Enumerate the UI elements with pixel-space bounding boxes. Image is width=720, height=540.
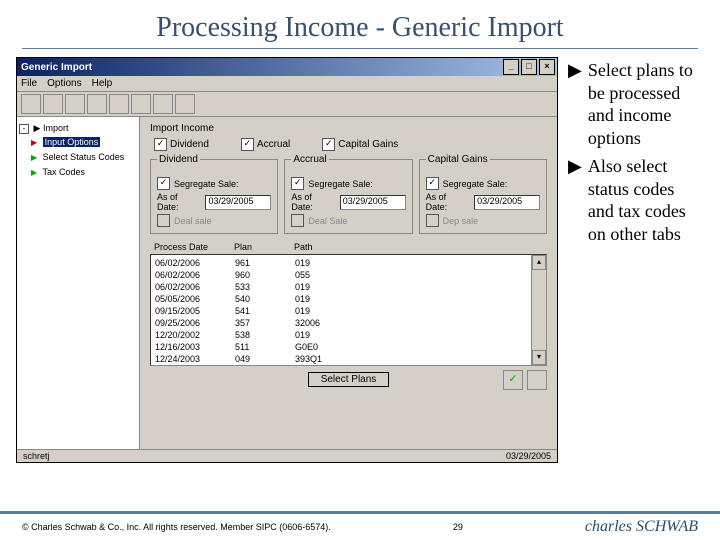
toolbar-button-1[interactable]	[21, 94, 41, 114]
table-row[interactable]: 12/20/2002538019	[155, 329, 542, 341]
schwab-logo: charles SCHWAB	[585, 518, 698, 536]
menu-options[interactable]: Options	[47, 78, 81, 89]
toolbar-button-3[interactable]	[65, 94, 85, 114]
dividend-asof-input[interactable]: 03/29/2005	[205, 195, 271, 210]
accrual-asof-label: As of Date:	[291, 192, 335, 212]
accrual-header: Accrual	[291, 154, 328, 165]
col-process-date: Process Date	[154, 242, 234, 252]
table-row[interactable]: 06/02/2006960055	[155, 269, 542, 281]
maximize-button[interactable]: □	[521, 59, 537, 75]
window-title: Generic Import	[21, 62, 92, 73]
accrual-checkbox[interactable]: ✓Accrual	[241, 138, 290, 151]
capital-gains-label: Capital Gains	[338, 139, 398, 150]
minimize-button[interactable]: _	[503, 59, 519, 75]
slide-bullets: ▶Select plans to be processed and income…	[568, 57, 704, 463]
triangle-green-icon: ▶	[31, 166, 37, 180]
tree-root[interactable]: Import	[43, 123, 69, 133]
import-income-label: Import Income	[150, 123, 547, 134]
tree-tax-codes[interactable]: Tax Codes	[43, 167, 86, 177]
dividend-header: Dividend	[157, 154, 200, 165]
triangle-green-icon: ▶	[31, 151, 37, 165]
statusbar: schretj 03/29/2005	[17, 449, 557, 462]
dividend-deal-label: Deal sale	[174, 216, 212, 226]
toolbar-button-2[interactable]	[43, 94, 63, 114]
capgains-asof-label: As of Date:	[426, 192, 470, 212]
bullet-2: Also select status codes and tax codes o…	[588, 155, 704, 245]
menu-file[interactable]: File	[21, 78, 37, 89]
dividend-label: Dividend	[170, 139, 209, 150]
select-plans-button[interactable]: Select Plans	[308, 372, 390, 387]
table-row[interactable]: 05/05/2006540019	[155, 293, 542, 305]
accrual-deal-checkbox[interactable]: Deal Sale	[291, 214, 405, 227]
slide-footer: © Charles Schwab & Co., Inc. All rights …	[0, 511, 720, 540]
table-row[interactable]: 12/16/2003511G0E0	[155, 341, 542, 353]
scrollbar[interactable]: ▴ ▾	[531, 255, 546, 365]
bullet-1: Select plans to be processed and income …	[588, 59, 704, 149]
triangle-red-icon: ▶	[31, 136, 37, 150]
bullet-icon: ▶	[568, 155, 582, 245]
dividend-group: Dividend ✓Segregate Sale: As of Date: 03…	[150, 159, 278, 234]
capgains-segregate-checkbox[interactable]: ✓Segregate Sale:	[426, 177, 540, 190]
plan-list-header: Process Date Plan Path	[154, 242, 547, 252]
nav-tree[interactable]: - ▶ Import ▶ Input Options ▶ Select Stat…	[17, 117, 140, 449]
accrual-deal-label: Deal Sale	[308, 216, 347, 226]
capgains-asof-input[interactable]: 03/29/2005	[474, 195, 540, 210]
status-date: 03/29/2005	[506, 451, 551, 461]
capgains-group: Capital Gains ✓Segregate Sale: As of Dat…	[419, 159, 547, 234]
capgains-deal-checkbox[interactable]: Dep sale	[426, 214, 540, 227]
table-row[interactable]: 06/02/2006533019	[155, 281, 542, 293]
titlebar: Generic Import _ □ ×	[17, 58, 557, 76]
table-row[interactable]: 09/15/2005541019	[155, 305, 542, 317]
close-button[interactable]: ×	[539, 59, 555, 75]
menu-help[interactable]: Help	[92, 78, 113, 89]
tree-root-tri: ▶	[34, 123, 41, 133]
tree-input-options[interactable]: Input Options	[43, 137, 101, 147]
toolbar-button-6[interactable]	[131, 94, 151, 114]
capgains-header: Capital Gains	[426, 154, 490, 165]
toolbar-button-4[interactable]	[87, 94, 107, 114]
accrual-segregate-checkbox[interactable]: ✓Segregate Sale:	[291, 177, 405, 190]
col-plan: Plan	[234, 242, 294, 252]
dividend-segregate-label: Segregate Sale:	[174, 179, 239, 189]
toolbar-button-8[interactable]	[175, 94, 195, 114]
bullet-icon: ▶	[568, 59, 582, 149]
dividend-segregate-checkbox[interactable]: ✓Segregate Sale:	[157, 177, 271, 190]
col-path: Path	[294, 242, 313, 252]
capgains-deal-label: Dep sale	[443, 216, 479, 226]
expand-icon[interactable]: -	[19, 124, 29, 134]
table-row[interactable]: 12/24/2003049393Q1	[155, 353, 542, 365]
toolbar-button-7[interactable]	[153, 94, 173, 114]
footer-copyright: © Charles Schwab & Co., Inc. All rights …	[22, 522, 331, 532]
generic-import-window: Generic Import _ □ × File Options Help	[16, 57, 558, 463]
accrual-label: Accrual	[257, 139, 290, 150]
capital-gains-checkbox[interactable]: ✓Capital Gains	[322, 138, 398, 151]
toolbar	[17, 92, 557, 117]
scroll-up-icon[interactable]: ▴	[532, 255, 546, 270]
properties-icon[interactable]	[527, 370, 547, 390]
plan-listbox[interactable]: 06/02/200696101906/02/200696005506/02/20…	[150, 254, 547, 366]
slide-title: Processing Income - Generic Import	[0, 0, 720, 48]
dividend-deal-checkbox[interactable]: Deal sale	[157, 214, 271, 227]
accrual-group: Accrual ✓Segregate Sale: As of Date: 03/…	[284, 159, 412, 234]
toolbar-button-5[interactable]	[109, 94, 129, 114]
tree-select-status-codes[interactable]: Select Status Codes	[43, 152, 125, 162]
page-number: 29	[453, 522, 463, 532]
status-user: schretj	[23, 451, 50, 461]
capgains-segregate-label: Segregate Sale:	[443, 179, 508, 189]
accrual-segregate-label: Segregate Sale:	[308, 179, 373, 189]
menubar: File Options Help	[17, 76, 557, 92]
dividend-asof-label: As of Date:	[157, 192, 201, 212]
input-options-panel: Import Income ✓Dividend ✓Accrual ✓Capita…	[140, 117, 557, 449]
dividend-checkbox[interactable]: ✓Dividend	[154, 138, 209, 151]
table-row[interactable]: 06/02/2006961019	[155, 257, 542, 269]
table-row[interactable]: 09/25/200635732006	[155, 317, 542, 329]
check-icon[interactable]: ✓	[503, 370, 523, 390]
accrual-asof-input[interactable]: 03/29/2005	[340, 195, 406, 210]
scroll-down-icon[interactable]: ▾	[532, 350, 546, 365]
